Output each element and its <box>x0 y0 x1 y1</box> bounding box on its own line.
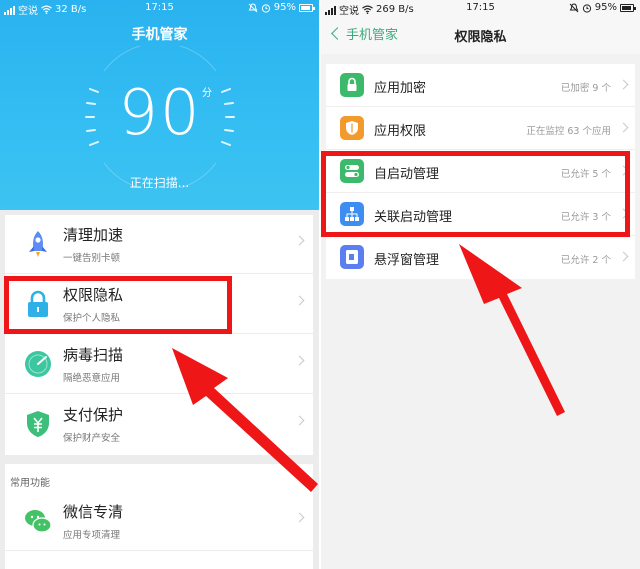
right-screen-permission-privacy: 空说 269 B/s 17:15 95% 手机管家 权限隐私 应用加密 已加密 … <box>321 0 640 569</box>
annotation-arrow <box>172 348 318 492</box>
left-screen-security-manager: 空说 32 B/s 17:15 95% 手机管家 90 分 正在扫描... 清理… <box>0 0 319 569</box>
annotation-arrow <box>459 244 565 416</box>
